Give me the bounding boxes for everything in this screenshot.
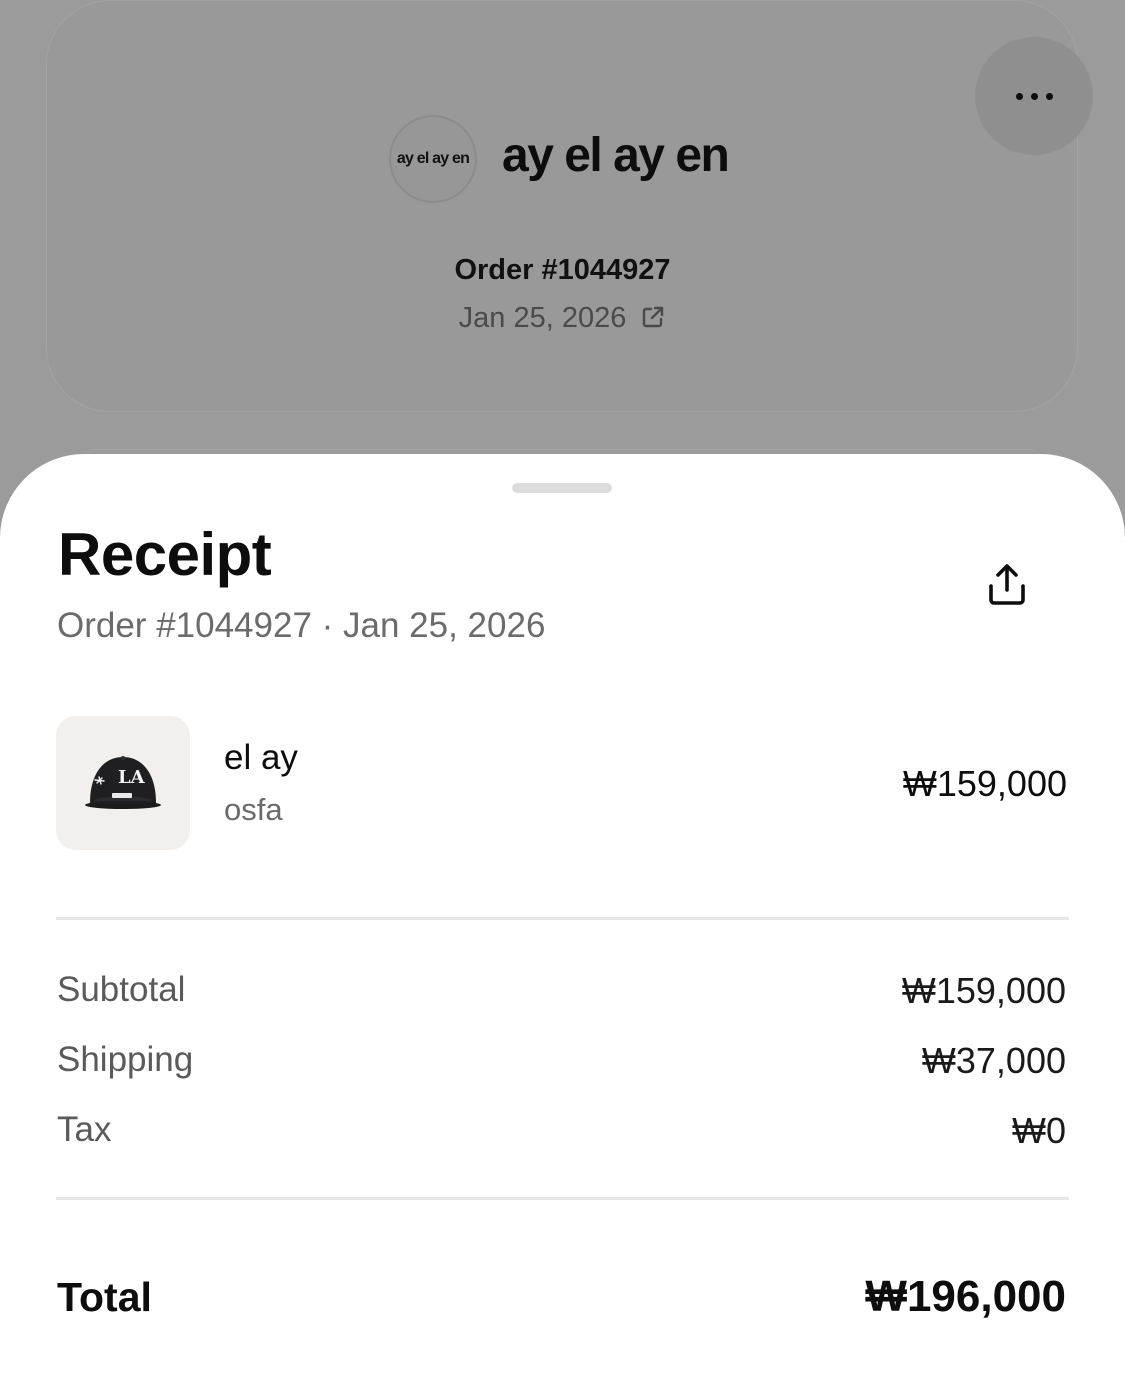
external-link-icon: [640, 304, 666, 338]
more-horizontal-icon-dot: [1045, 92, 1053, 100]
more-horizontal-icon: [1015, 92, 1023, 100]
store-name: ay el ay en: [502, 129, 730, 182]
order-number: Order #1044927: [454, 254, 671, 286]
receipt-screen: ay el ay en ay el ay en Order #1044927 J…: [0, 0, 1125, 1390]
order-card: [46, 0, 1093, 412]
store-logo: ay el ay en: [389, 115, 477, 203]
item-thumbnail[interactable]: LA: [56, 716, 190, 850]
shipping-label: Shipping: [57, 1040, 194, 1079]
tax-label: Tax: [57, 1110, 112, 1149]
order-date: Jan 25, 2026: [458, 302, 627, 334]
tax-value: ₩0: [1012, 1110, 1066, 1151]
item-name: el ay: [224, 738, 298, 777]
divider: [56, 1197, 1069, 1200]
item-variant: osfa: [224, 792, 283, 827]
order-date-row[interactable]: Jan 25, 2026: [0, 302, 1125, 338]
more-options-button[interactable]: [975, 37, 1093, 155]
shipping-value: ₩37,000: [921, 1040, 1066, 1081]
total-value: ₩196,000: [865, 1272, 1066, 1321]
share-button[interactable]: [978, 558, 1036, 616]
baseball-cap-image: LA: [82, 751, 164, 816]
divider: [56, 917, 1069, 920]
sheet-subtitle: Order #1044927 · Jan 25, 2026: [57, 606, 546, 645]
more-horizontal-icon-dot: [1030, 92, 1038, 100]
subtotal-label: Subtotal: [57, 970, 186, 1009]
sheet-title: Receipt: [58, 521, 272, 588]
svg-text:LA: LA: [118, 767, 146, 788]
item-price: ₩159,000: [902, 763, 1067, 804]
share-upload-icon: [984, 562, 1030, 613]
subtotal-value: ₩159,000: [901, 970, 1066, 1011]
sheet-grabber[interactable]: [512, 483, 612, 493]
total-label: Total: [57, 1274, 152, 1320]
receipt-sheet: Receipt Order #1044927 · Jan 25, 2026 LA…: [0, 454, 1125, 1390]
